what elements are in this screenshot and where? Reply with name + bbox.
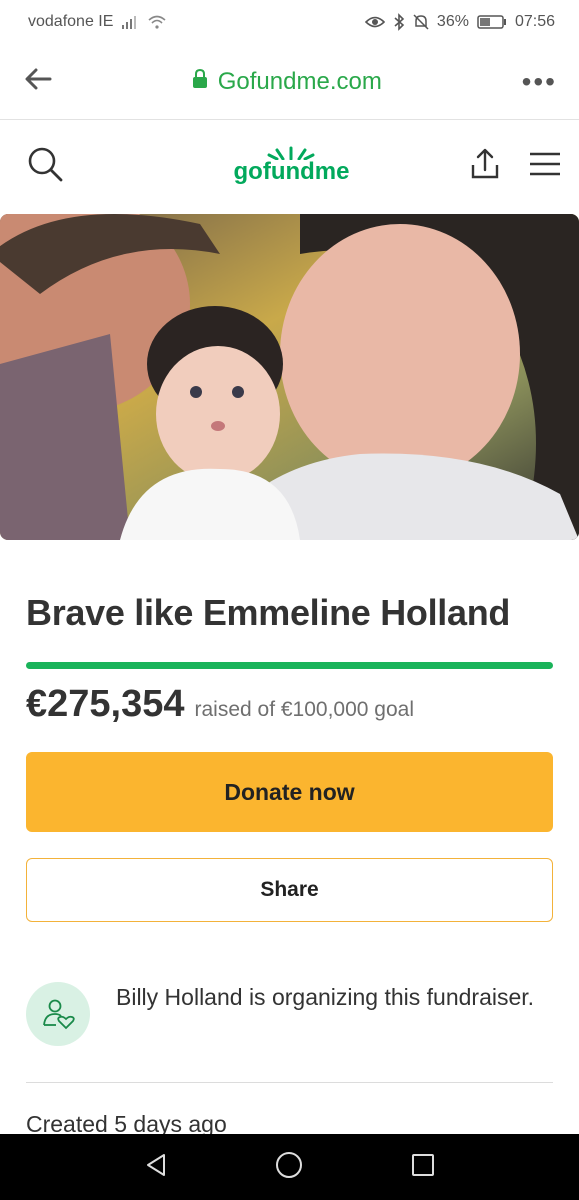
share-button[interactable]: Share	[26, 858, 553, 922]
donate-button[interactable]: Donate now	[26, 752, 553, 832]
battery-percent: 36%	[436, 13, 469, 30]
goal-text: raised of €100,000 goal	[194, 698, 415, 721]
raised-summary: €275,354 raised of €100,000 goal	[26, 683, 553, 726]
campaign-hero-image	[0, 214, 579, 540]
mute-bell-icon	[413, 13, 429, 31]
back-arrow-icon[interactable]	[24, 68, 52, 95]
nav-home-icon[interactable]	[275, 1151, 303, 1184]
share-upload-icon[interactable]	[469, 148, 501, 185]
search-icon[interactable]	[26, 145, 64, 188]
browser-bar: Gofundme.com •••	[0, 44, 579, 120]
eye-icon	[364, 15, 385, 29]
gofundme-logo[interactable]: gofundme	[233, 146, 350, 186]
android-nav-bar	[0, 1134, 579, 1200]
wifi-icon	[147, 14, 167, 30]
carrier-name: vodafone IE	[28, 13, 114, 30]
divider	[26, 1082, 553, 1083]
logo-text: gofundme	[233, 158, 350, 185]
nav-back-icon[interactable]	[144, 1153, 168, 1182]
lock-icon	[192, 68, 208, 96]
battery-icon	[477, 14, 507, 30]
organizer-heart-icon	[26, 982, 90, 1046]
clock-time: 07:56	[514, 13, 555, 30]
more-dots-icon[interactable]: •••	[522, 66, 557, 98]
signal-icon	[121, 15, 139, 29]
raised-amount: €275,354	[26, 683, 185, 725]
status-bar: vodafone IE 36% 07:56	[0, 0, 579, 44]
site-header: gofundme	[0, 120, 579, 212]
bluetooth-icon	[393, 13, 405, 31]
organizer-section: Billy Holland is organizing this fundrai…	[26, 978, 553, 1046]
address-bar[interactable]: Gofundme.com	[192, 68, 382, 96]
organizer-text: Billy Holland is organizing this fundrai…	[116, 984, 535, 1010]
progress-fill	[26, 662, 553, 669]
nav-recents-icon[interactable]	[411, 1153, 435, 1182]
hamburger-menu-icon[interactable]	[529, 152, 561, 181]
progress-bar	[26, 662, 553, 669]
url-text: Gofundme.com	[217, 67, 382, 95]
campaign-title: Brave like Emmeline Holland	[26, 592, 511, 633]
